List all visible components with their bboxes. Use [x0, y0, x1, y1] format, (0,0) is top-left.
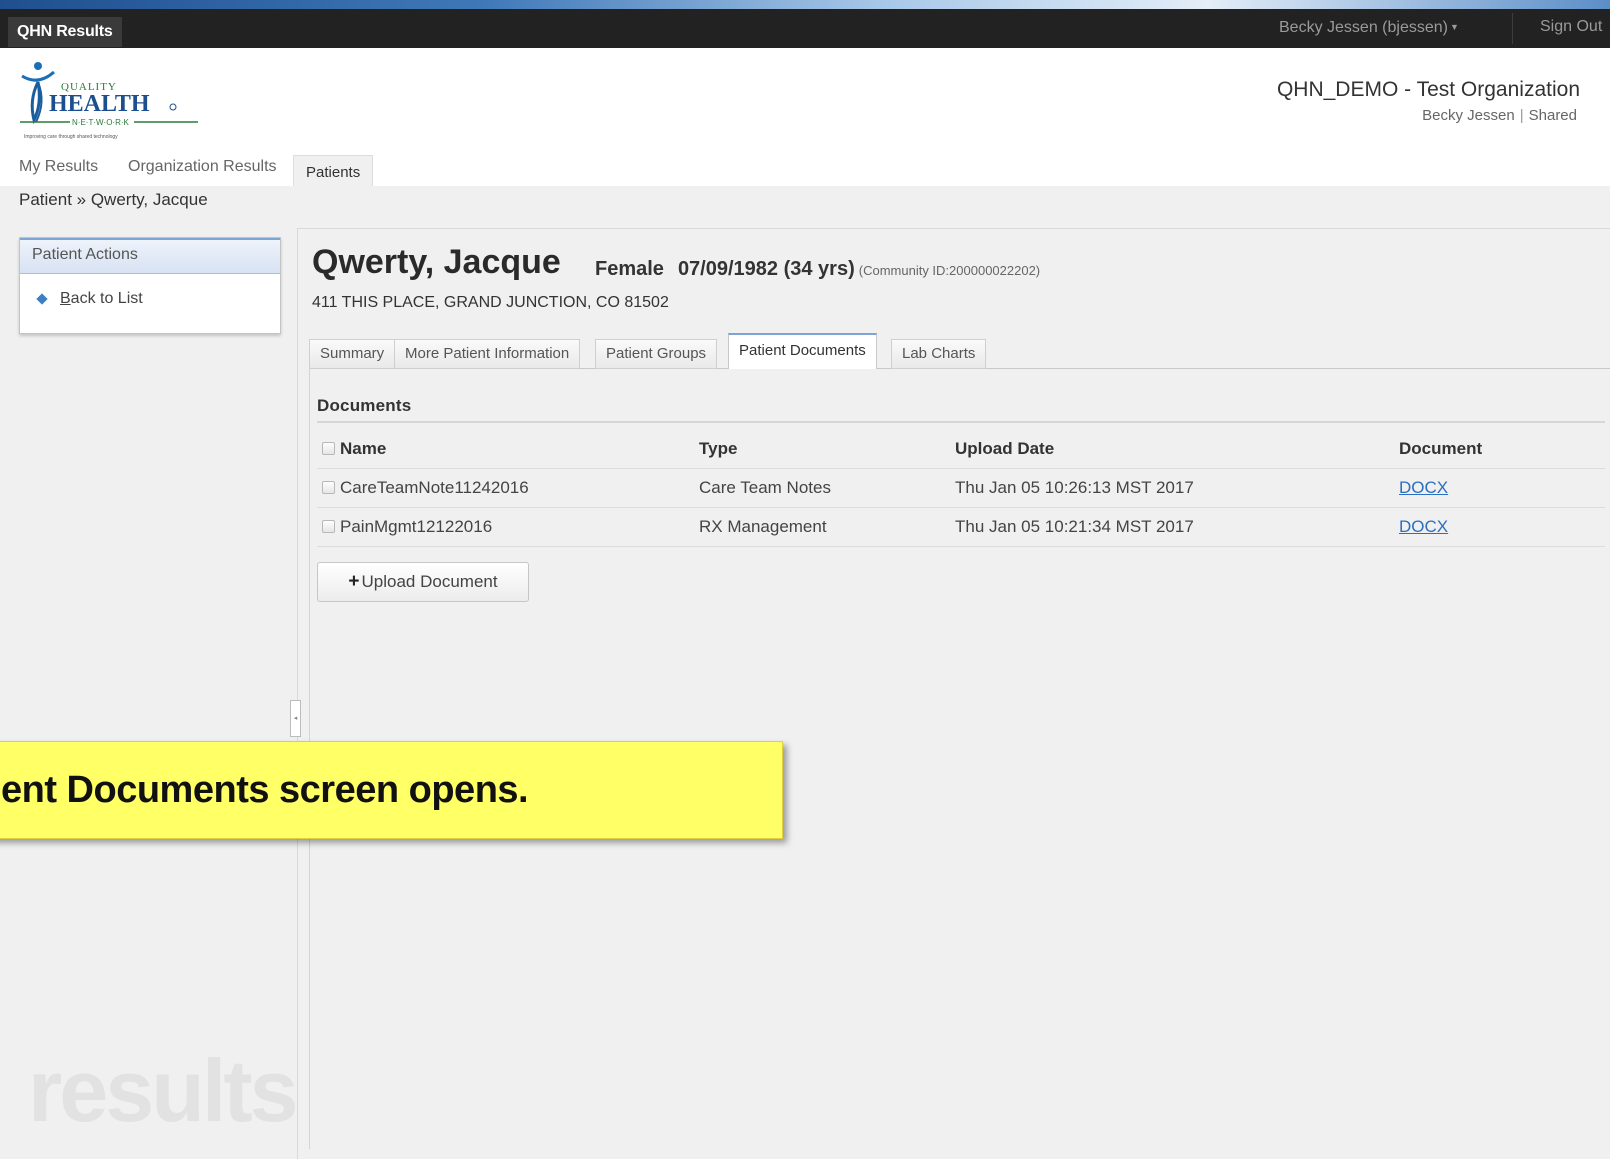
svg-text:N·E·T·W·O·R·K: N·E·T·W·O·R·K: [72, 118, 130, 127]
user-menu-label: Becky Jessen (bjessen): [1279, 19, 1448, 36]
select-all-checkbox[interactable]: [322, 442, 335, 455]
organization-subline: Becky Jessen | Shared: [1215, 107, 1577, 124]
quality-health-network-logo: QUALITY HEALTH N·E·T·W·O·R·K Improving c…: [20, 62, 198, 140]
document-name: PainMgmt12122016: [340, 517, 493, 536]
callout-text: ent Documents screen opens.: [1, 769, 529, 811]
patient-gender: Female: [595, 258, 664, 280]
documents-title-underline: [317, 421, 1605, 423]
patient-address: 411 THIS PLACE, GRAND JUNCTION, CO 81502: [312, 294, 669, 311]
user-menu[interactable]: Becky Jessen (bjessen) ▼: [1279, 9, 1459, 48]
patient-dob: 07/09/1982 (34 yrs): [677, 258, 855, 280]
column-header-name[interactable]: Name: [340, 430, 386, 468]
table-header-row: Name Type Upload Date Document: [317, 430, 1605, 469]
table-row: PainMgmt12122016 RX Management Thu Jan 0…: [317, 508, 1605, 547]
tutorial-callout: ent Documents screen opens.: [0, 741, 783, 839]
org-user: Becky Jessen: [1422, 107, 1515, 124]
plus-icon: +: [348, 571, 360, 592]
document-download-link[interactable]: DOCX: [1399, 469, 1448, 507]
document-type: RX Management: [699, 517, 827, 536]
results-watermark: results: [28, 1041, 299, 1140]
nav-organization-results[interactable]: Organization Results: [128, 158, 277, 176]
top-navbar: QHN Results Becky Jessen (bjessen) ▼ Sign…: [0, 9, 1610, 48]
svg-text:Improving care through shared: Improving care through shared technology: [24, 134, 118, 140]
callout-text-wrap: ent Documents screen opens.: [0, 742, 762, 838]
document-download-link[interactable]: DOCX: [1399, 508, 1448, 546]
nav-patients[interactable]: Patients: [293, 155, 374, 189]
top-accent-bar: [0, 0, 1610, 9]
patient-actions-header: Patient Actions: [20, 238, 280, 274]
nav-my-results[interactable]: My Results: [19, 158, 98, 176]
column-header-upload-date[interactable]: Upload Date: [955, 430, 1054, 468]
tab-patient-groups[interactable]: Patient Groups: [595, 339, 718, 369]
column-header-document[interactable]: Document: [1399, 430, 1482, 468]
main-top-border: [298, 228, 1610, 229]
tab-summary[interactable]: Summary: [309, 339, 396, 369]
patient-actions-panel: Patient Actions Back to List: [19, 237, 281, 334]
tab-patient-documents[interactable]: Patient Documents: [728, 333, 877, 371]
back-label: ack to List: [70, 290, 143, 307]
patient-name: Qwerty, Jacque: [312, 243, 561, 281]
patient-community-id: (Community ID:200000022202): [858, 263, 1041, 278]
upload-document-button[interactable]: + Upload Document: [317, 562, 529, 602]
back-access-key: B: [60, 290, 71, 307]
caret-down-icon: ▼: [1449, 22, 1459, 32]
document-type: Care Team Notes: [699, 478, 831, 497]
sidebar-divider: [297, 228, 298, 1159]
document-name: CareTeamNote11242016: [340, 478, 529, 497]
app-title[interactable]: QHN Results: [8, 17, 122, 47]
document-upload-date: Thu Jan 05 10:26:13 MST 2017: [955, 478, 1194, 497]
org-separator: |: [1519, 107, 1524, 124]
svg-text:HEALTH: HEALTH: [49, 91, 150, 117]
patient-tabs: Summary More Patient Information Patient…: [309, 333, 1610, 371]
sign-out-link[interactable]: Sign Out: [1540, 9, 1602, 48]
table-row: CareTeamNote11242016 Care Team Notes Thu…: [317, 469, 1605, 508]
breadcrumb: Patient » Qwerty, Jacque: [19, 190, 208, 209]
documents-title: Documents: [317, 396, 412, 415]
tab-more-patient-information[interactable]: More Patient Information: [394, 339, 581, 369]
collapse-sidebar-handle[interactable]: ◂: [290, 700, 301, 737]
row-checkbox[interactable]: [322, 520, 335, 533]
column-header-type[interactable]: Type: [699, 430, 737, 468]
back-to-list-link[interactable]: Back to List: [34, 290, 143, 308]
upload-document-label: Upload Document: [361, 572, 498, 591]
tab-lab-charts[interactable]: Lab Charts: [891, 339, 987, 369]
patient-demographics: Female 07/09/1982 (34 yrs) (Community ID:2…: [595, 258, 1040, 281]
document-upload-date: Thu Jan 05 10:21:34 MST 2017: [955, 517, 1194, 536]
organization-name: QHN_DEMO - Test Organization: [1276, 78, 1580, 101]
row-checkbox[interactable]: [322, 481, 335, 494]
org-shared: Shared: [1528, 107, 1577, 124]
menu-divider: [1512, 13, 1513, 44]
diamond-bullet-icon: [36, 293, 48, 305]
